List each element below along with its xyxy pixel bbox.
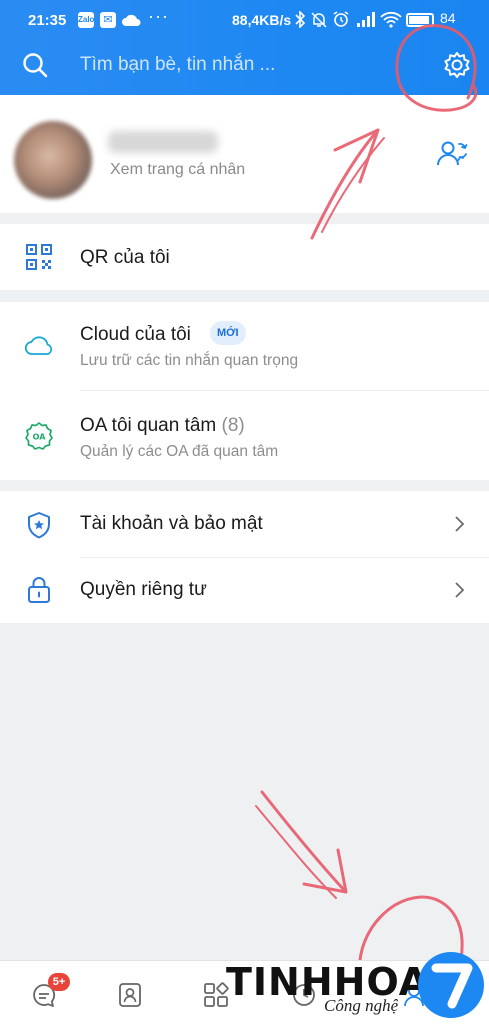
zalo-app-icon: Zalo bbox=[78, 12, 94, 28]
more-notifications-icon: ··· bbox=[148, 6, 169, 26]
new-badge: MỚI bbox=[210, 321, 246, 345]
cloud-subtitle: Lưu trữ các tin nhắn quan trọng bbox=[80, 352, 299, 369]
menu-item-account-security[interactable]: Tài khoản và bảo mật bbox=[0, 491, 489, 557]
menu-item-privacy[interactable]: Quyền riêng tư bbox=[0, 558, 489, 623]
oa-title: OA tôi quan tâm bbox=[80, 415, 217, 436]
bottom-nav: 5+ bbox=[0, 960, 489, 1024]
svg-text:OA: OA bbox=[33, 433, 47, 442]
battery-icon bbox=[406, 13, 434, 27]
message-app-icon: ✉ bbox=[100, 12, 116, 28]
account-security-label: Tài khoản và bảo mật bbox=[80, 513, 263, 534]
avatar[interactable] bbox=[14, 121, 92, 199]
mute-bell-icon bbox=[311, 12, 327, 28]
qr-label: QR của tôi bbox=[80, 247, 170, 268]
chevron-right-icon bbox=[455, 582, 465, 598]
shield-icon bbox=[28, 512, 50, 539]
discover-icon[interactable] bbox=[202, 981, 230, 1009]
view-profile-link[interactable]: Xem trang cá nhân bbox=[110, 161, 245, 179]
annotation-arrow-down bbox=[260, 790, 348, 894]
status-time: 21:35 bbox=[28, 12, 67, 29]
cloud-oa-section: Cloud của tôi MỚI Lưu trữ các tin nhắn q… bbox=[0, 302, 489, 480]
security-section: Tài khoản và bảo mật Quyền riêng tư bbox=[0, 491, 489, 623]
lock-icon bbox=[28, 577, 50, 603]
privacy-label: Quyền riêng tư bbox=[80, 579, 207, 600]
bluetooth-icon bbox=[295, 11, 306, 28]
oa-subtitle: Quản lý các OA đã quan tâm bbox=[80, 443, 279, 460]
timeline-icon[interactable] bbox=[290, 981, 318, 1009]
more-tab-icon[interactable] bbox=[400, 981, 428, 1009]
message-badge: 5+ bbox=[48, 973, 70, 991]
oa-count: (8) bbox=[221, 415, 245, 436]
network-speed: 88,4KB/s bbox=[232, 12, 292, 28]
battery-level: 84 bbox=[440, 10, 456, 26]
profile-name-blurred bbox=[108, 131, 218, 153]
alarm-icon bbox=[333, 11, 349, 27]
gear-icon[interactable] bbox=[443, 51, 471, 79]
cloud-icon bbox=[24, 336, 53, 355]
menu-item-cloud[interactable]: Cloud của tôi MỚI Lưu trữ các tin nhắn q… bbox=[0, 302, 489, 390]
switch-account-icon[interactable] bbox=[436, 138, 468, 168]
qr-code-icon bbox=[26, 244, 52, 270]
wifi-icon bbox=[380, 11, 402, 28]
cloud-status-icon bbox=[122, 14, 141, 26]
oa-label: OA tôi quan tâm (8) bbox=[80, 415, 245, 437]
status-bar: 21:35 Zalo ✉ ··· 88,4KB/s 84 bbox=[0, 0, 489, 40]
chevron-right-icon bbox=[455, 516, 465, 532]
menu-item-oa[interactable]: OA OA tôi quan tâm (8) Quản lý các OA đã… bbox=[0, 391, 489, 480]
oa-icon: OA bbox=[25, 422, 53, 450]
signal-icon bbox=[357, 12, 375, 27]
search-icon[interactable] bbox=[22, 52, 48, 78]
profile-card[interactable]: Xem trang cá nhân bbox=[0, 95, 489, 213]
contacts-icon[interactable] bbox=[116, 981, 144, 1009]
menu-item-qr[interactable]: QR của tôi bbox=[0, 224, 489, 290]
search-input[interactable]: Tìm bạn bè, tin nhắn ... bbox=[80, 54, 275, 76]
cloud-label: Cloud của tôi bbox=[80, 324, 191, 345]
status-icons: 84 bbox=[294, 10, 484, 30]
